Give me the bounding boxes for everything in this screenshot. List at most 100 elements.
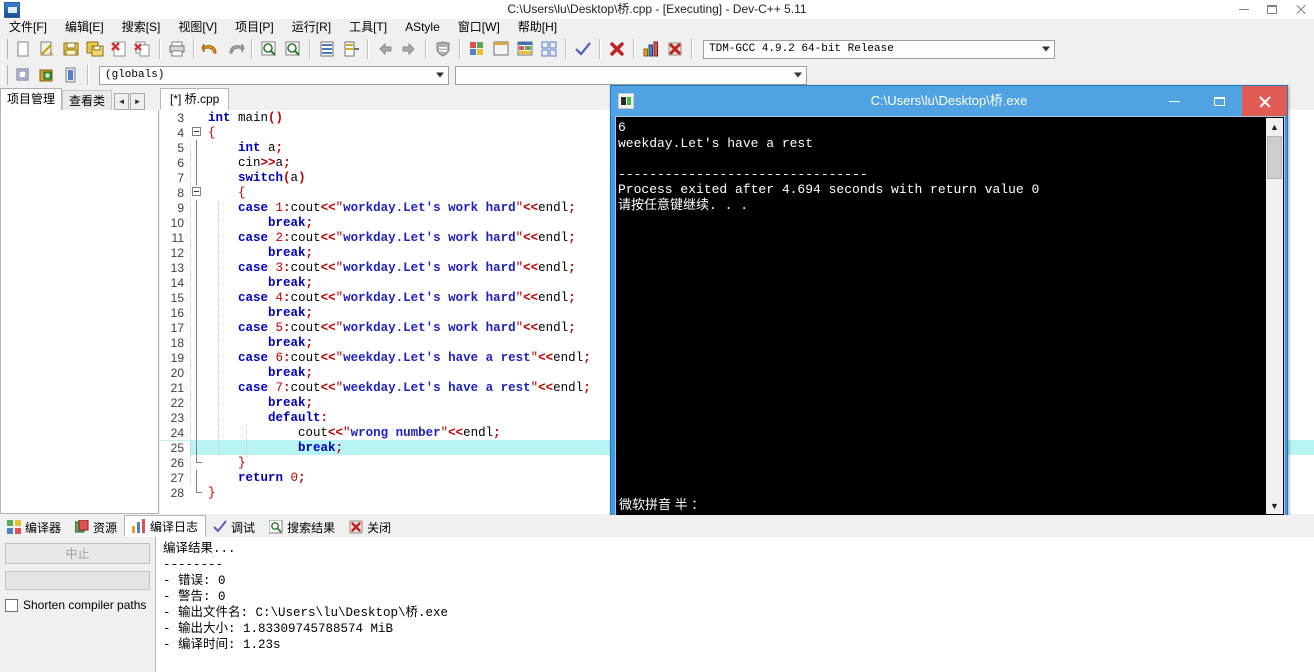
- tab-debug[interactable]: 调试: [206, 517, 263, 537]
- goto-function-icon[interactable]: [60, 64, 82, 86]
- fold-column[interactable]: [190, 110, 206, 125]
- debug-icon[interactable]: [664, 38, 686, 60]
- fold-column[interactable]: [190, 245, 206, 260]
- fold-column[interactable]: [190, 440, 206, 455]
- fold-column[interactable]: [190, 320, 206, 335]
- shorten-paths-checkbox[interactable]: [5, 598, 18, 612]
- menu-edit[interactable]: 编辑[E]: [56, 19, 113, 36]
- fold-column[interactable]: [190, 230, 206, 245]
- find-next-icon[interactable]: [282, 38, 304, 60]
- menu-view[interactable]: 视图[V]: [169, 19, 226, 36]
- toggle-breakpoint-icon[interactable]: [36, 64, 58, 86]
- menu-project[interactable]: 项目[P]: [226, 19, 283, 36]
- fold-column[interactable]: [190, 275, 206, 290]
- tab-compile-log[interactable]: 编译日志: [124, 515, 207, 537]
- fold-column[interactable]: [190, 350, 206, 365]
- fold-column[interactable]: [190, 290, 206, 305]
- fold-column[interactable]: [190, 185, 206, 200]
- forward-icon[interactable]: [398, 38, 420, 60]
- scrollbar-thumb[interactable]: [1267, 136, 1282, 179]
- close-all-icon[interactable]: [132, 38, 154, 60]
- console-maximize-button[interactable]: [1197, 86, 1242, 116]
- compile-icon[interactable]: [466, 38, 488, 60]
- fold-column[interactable]: [190, 395, 206, 410]
- tab-resource[interactable]: 资源: [68, 517, 125, 537]
- tab-compiler[interactable]: 编译器: [0, 517, 69, 537]
- insert-snippet-icon[interactable]: [12, 64, 34, 86]
- redo-icon[interactable]: [224, 38, 246, 60]
- toolbar-grip[interactable]: [2, 39, 8, 59]
- editor-tab-qiao-cpp[interactable]: [*] 桥.cpp: [160, 88, 230, 110]
- tab-close-panel[interactable]: 关闭: [342, 517, 399, 537]
- fold-column[interactable]: [190, 305, 206, 320]
- new-file-icon[interactable]: [12, 38, 34, 60]
- compile-log-text[interactable]: 编译结果... -------- - 错误: 0 - 警告: 0 - 输出文件名…: [155, 537, 1314, 672]
- undo-icon[interactable]: [200, 38, 222, 60]
- syntax-check-icon[interactable]: [572, 38, 594, 60]
- compile-controls: 中止 Shorten compiler paths: [0, 537, 155, 672]
- minimize-button[interactable]: [1230, 0, 1258, 19]
- stop-icon[interactable]: [606, 38, 628, 60]
- fold-column[interactable]: [190, 485, 206, 500]
- fold-collapse-icon[interactable]: [192, 127, 201, 136]
- compiler-set-combo[interactable]: TDM-GCC 4.9.2 64-bit Release: [703, 39, 1055, 59]
- find-icon[interactable]: [258, 38, 280, 60]
- project-manager-panel[interactable]: [0, 110, 159, 514]
- console-close-button[interactable]: [1242, 86, 1287, 116]
- compile-run-icon[interactable]: [514, 38, 536, 60]
- fold-column[interactable]: [190, 215, 206, 230]
- shield-icon[interactable]: [432, 38, 454, 60]
- fold-column[interactable]: [190, 260, 206, 275]
- fold-column[interactable]: [190, 200, 206, 215]
- back-icon[interactable]: [374, 38, 396, 60]
- console-scrollbar[interactable]: ▲ ▼: [1265, 118, 1283, 514]
- rebuild-all-icon[interactable]: [538, 38, 560, 60]
- goto-line-icon[interactable]: [316, 38, 338, 60]
- print-icon[interactable]: [166, 38, 188, 60]
- open-file-icon[interactable]: [36, 38, 58, 60]
- fold-column[interactable]: [190, 425, 206, 440]
- tab-search-results[interactable]: 搜索结果: [262, 517, 343, 537]
- menu-run[interactable]: 运行[R]: [283, 19, 340, 36]
- fold-column[interactable]: [190, 470, 206, 485]
- fold-column[interactable]: [190, 125, 206, 140]
- fold-collapse-icon[interactable]: [192, 187, 201, 196]
- fold-column[interactable]: [190, 335, 206, 350]
- fold-column[interactable]: [190, 410, 206, 425]
- console-minimize-button[interactable]: [1152, 86, 1197, 116]
- console-window[interactable]: C:\Users\lu\Desktop\桥.exe 6 weekday.Let'…: [610, 85, 1288, 522]
- fold-column[interactable]: [190, 140, 206, 155]
- sidebar-tab-classes[interactable]: 查看类: [62, 90, 113, 110]
- replace-icon[interactable]: [340, 38, 362, 60]
- fold-column[interactable]: [190, 365, 206, 380]
- menu-file[interactable]: 文件[F]: [0, 19, 56, 36]
- sidebar-tab-project[interactable]: 项目管理: [0, 88, 63, 110]
- fold-column[interactable]: [190, 170, 206, 185]
- scroll-up-icon[interactable]: ▲: [1266, 118, 1283, 135]
- menu-search[interactable]: 搜索[S]: [113, 19, 170, 36]
- toolbar-grip-2[interactable]: [2, 65, 8, 85]
- menu-help[interactable]: 帮助[H]: [509, 19, 566, 36]
- maximize-button[interactable]: [1258, 0, 1286, 19]
- menu-tools[interactable]: 工具[T]: [340, 19, 396, 36]
- fold-column[interactable]: [190, 455, 206, 470]
- tab-prev-button[interactable]: ◄: [114, 93, 130, 110]
- save-all-icon[interactable]: [84, 38, 106, 60]
- abort-button[interactable]: 中止: [5, 543, 150, 564]
- tab-next-button[interactable]: ►: [130, 93, 146, 110]
- fold-column[interactable]: [190, 155, 206, 170]
- profile-icon[interactable]: [640, 38, 662, 60]
- close-file-icon[interactable]: [108, 38, 130, 60]
- run-icon[interactable]: [490, 38, 512, 60]
- fold-column[interactable]: [190, 380, 206, 395]
- symbol-combo[interactable]: [455, 65, 807, 85]
- menu-astyle[interactable]: AStyle: [396, 19, 449, 36]
- close-button[interactable]: [1286, 0, 1314, 19]
- scope-combo[interactable]: (globals): [99, 65, 449, 85]
- shorten-paths-row[interactable]: Shorten compiler paths: [5, 598, 150, 612]
- menu-window[interactable]: 窗口[W]: [449, 19, 509, 36]
- console-body[interactable]: 6 weekday.Let's have a rest ------------…: [615, 116, 1285, 516]
- save-icon[interactable]: [60, 38, 82, 60]
- scroll-down-icon[interactable]: ▼: [1266, 497, 1283, 514]
